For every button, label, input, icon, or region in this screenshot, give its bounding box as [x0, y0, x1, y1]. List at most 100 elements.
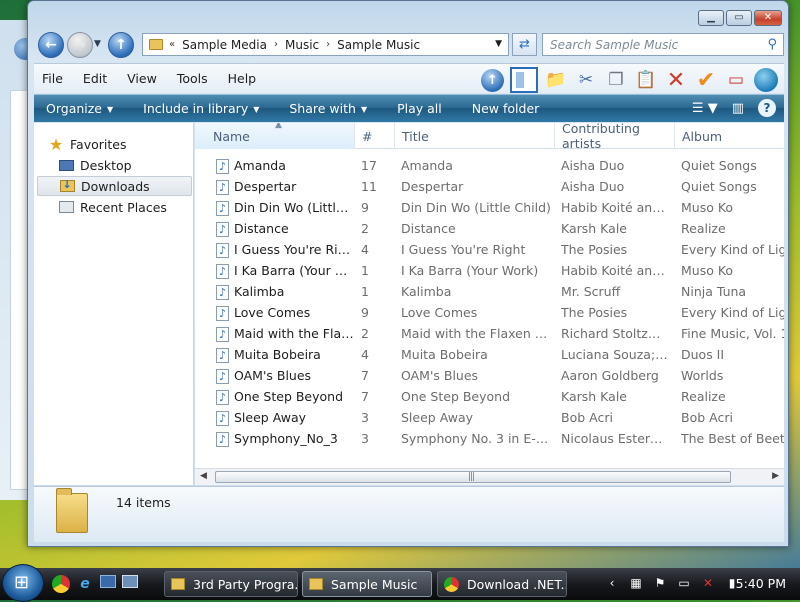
nav-downloads[interactable]: Downloads [37, 176, 192, 196]
include-in-library-button[interactable]: Include in library ▼ [143, 101, 259, 116]
cut-icon[interactable]: ✂ [574, 68, 598, 92]
up-folder-icon[interactable]: ↑ [481, 68, 504, 92]
chrome-icon [444, 576, 459, 592]
chevron-down-icon: ▼ [107, 105, 114, 114]
table-row[interactable]: ♪ I Ka Barra (Your Wo... 1 I Ka Barra (Your… [195, 261, 784, 282]
scrollbar-thumb[interactable]: ||| [215, 471, 731, 483]
track-number: 1 [361, 284, 369, 299]
show-desktop-icon[interactable] [100, 575, 116, 588]
address-dropdown-icon[interactable]: ▼ [495, 39, 502, 49]
taskbar-item-label: 3rd Party Progra... [193, 576, 298, 592]
track-artist: Habib Koité and B... [561, 263, 669, 278]
taskbar-item-label: Sample Music [331, 576, 418, 592]
network-icon[interactable]: ▦ [628, 575, 644, 591]
breadcrumb-item[interactable]: Music [285, 38, 319, 52]
search-icon[interactable]: ⚲ [767, 37, 777, 52]
file-name: I Guess You're Right [234, 242, 354, 257]
refresh-button[interactable]: ⇄ [512, 33, 537, 56]
internet-explorer-icon[interactable]: e [76, 575, 94, 593]
track-artist: Habib Koité and B... [561, 200, 669, 215]
tray-expand-icon[interactable]: ‹ [604, 575, 620, 591]
taskbar-item[interactable]: Download .NET... [437, 571, 567, 597]
table-row[interactable]: ♪ Amanda 17 Amanda Aisha Duo Quiet Songs [195, 156, 784, 177]
track-number: 4 [361, 347, 369, 362]
table-row[interactable]: ♪ One Step Beyond 7 One Step Beyond Karsh Ka… [195, 387, 784, 408]
table-row[interactable]: ♪ OAM's Blues 7 OAM's Blues Aaron Goldberg Wo… [195, 366, 784, 387]
column-album[interactable]: Album [675, 123, 784, 149]
table-row[interactable]: ♪ Sleep Away 3 Sleep Away Bob Acri Bob Acri [195, 408, 784, 429]
nav-desktop[interactable]: Desktop [58, 155, 216, 175]
breadcrumb-separator[interactable]: › [274, 39, 278, 50]
column-title[interactable]: Title [395, 123, 555, 149]
new-folder-button[interactable]: New folder [472, 101, 540, 116]
flag-icon[interactable]: ⚑ [652, 575, 668, 591]
breadcrumb-item[interactable]: Sample Media [182, 38, 267, 52]
nav-recent-places[interactable]: Recent Places [58, 197, 216, 217]
address-bar[interactable]: « Sample Media › Music › Sample Music ▼ [142, 33, 509, 56]
menu-help[interactable]: Help [226, 71, 259, 86]
close-button[interactable]: ✕ [754, 10, 782, 26]
taskbar: e 3rd Party Progra... Sample Music Downl… [0, 564, 800, 602]
minimize-button[interactable]: ▁ [698, 10, 724, 26]
column-name[interactable]: ▲ Name [195, 123, 355, 149]
search-input[interactable]: Search Sample Music ⚲ [542, 33, 784, 56]
track-title: I Ka Barra (Your Work) [401, 263, 539, 278]
share-with-button[interactable]: Share with ▼ [289, 101, 367, 116]
table-row[interactable]: ♪ Despertar 11 Despertar Aisha Duo Quiet Song… [195, 177, 784, 198]
table-row[interactable]: ♪ Distance 2 Distance Karsh Kale Realize [195, 219, 784, 240]
taskbar-item-active[interactable]: Sample Music [302, 571, 432, 597]
track-number: 4 [361, 242, 369, 257]
delete-icon[interactable]: ✕ [664, 68, 688, 93]
folder-options-icon[interactable]: 📁 [544, 68, 568, 92]
paste-icon[interactable]: 📋 [634, 68, 658, 92]
globe-icon[interactable] [754, 68, 778, 92]
taskbar-item[interactable]: 3rd Party Progra... [164, 571, 298, 597]
switch-windows-icon[interactable] [122, 575, 138, 588]
preview-pane-icon[interactable]: ▥ [732, 101, 744, 116]
nav-favorites[interactable]: ★ Favorites [48, 134, 206, 154]
table-row[interactable]: ♪Maid with the Flaxe...2Maid with the Fl… [195, 324, 784, 345]
table-row[interactable]: ♪Din Din Wo (Little C...9Din Din Wo (Lit… [195, 198, 784, 219]
forward-button[interactable]: → [67, 32, 93, 58]
scroll-right-icon[interactable]: ▶ [772, 471, 779, 481]
folders-pane-icon[interactable] [510, 67, 538, 93]
rename-icon[interactable]: ▭ [724, 68, 748, 92]
file-name: Maid with the Flaxe... [234, 326, 354, 341]
column-number[interactable]: # [355, 123, 395, 149]
start-button[interactable] [2, 564, 44, 602]
organize-button[interactable]: Organize ▼ [46, 101, 113, 116]
track-artist: Aisha Duo [561, 158, 625, 173]
check-icon[interactable]: ✔ [694, 68, 718, 93]
table-row[interactable]: ♪ Muita Bobeira 4 Muita Bobeira Luciana Souz… [195, 345, 784, 366]
up-button[interactable]: ↑ [108, 32, 134, 58]
play-all-button[interactable]: Play all [397, 101, 442, 116]
monitor-icon[interactable]: ▭ [676, 575, 692, 591]
volume-muted-icon[interactable]: ✕ [700, 575, 716, 591]
menu: File Edit View Tools Help [40, 71, 258, 86]
maximize-button[interactable]: ▭ [726, 10, 752, 26]
table-row[interactable]: ♪ I Guess You're Right 4 I Guess You're Rig… [195, 240, 784, 261]
menu-tools[interactable]: Tools [175, 71, 210, 86]
view-options-icon[interactable]: ☰ ▼ [692, 101, 718, 116]
breadcrumb-item[interactable]: Sample Music [337, 38, 420, 52]
table-row[interactable]: ♪ Kalimba 1 Kalimba Mr. Scruff Ninja Tuna [195, 282, 784, 303]
menu-edit[interactable]: Edit [81, 71, 109, 86]
breadcrumb-separator[interactable]: › [326, 39, 330, 50]
chrome-icon[interactable] [52, 575, 70, 593]
breadcrumb-overflow[interactable]: « [169, 39, 175, 50]
copy-icon[interactable]: ❐ [604, 68, 628, 92]
back-button[interactable]: ← [38, 32, 64, 58]
table-row[interactable]: ♪ Love Comes 9 Love Comes The Posies Every Ki… [195, 303, 784, 324]
track-number: 17 [361, 158, 377, 173]
table-row[interactable]: ♪ Symphony_No_3 3 Symphony No. 3 in E-flat … [195, 429, 784, 450]
menu-file[interactable]: File [40, 71, 65, 86]
scroll-left-icon[interactable]: ◀ [200, 471, 207, 481]
track-title: One Step Beyond [401, 389, 511, 404]
menu-view[interactable]: View [125, 71, 159, 86]
clock[interactable]: 5:40 PM [736, 576, 786, 591]
horizontal-scrollbar[interactable]: ◀ ||| ▶ [195, 468, 784, 485]
column-artists[interactable]: Contributing artists [555, 123, 675, 151]
track-artist: Karsh Kale [561, 389, 627, 404]
help-icon[interactable]: ? [758, 99, 776, 117]
recent-pages-dropdown[interactable]: ▼ [94, 39, 101, 49]
